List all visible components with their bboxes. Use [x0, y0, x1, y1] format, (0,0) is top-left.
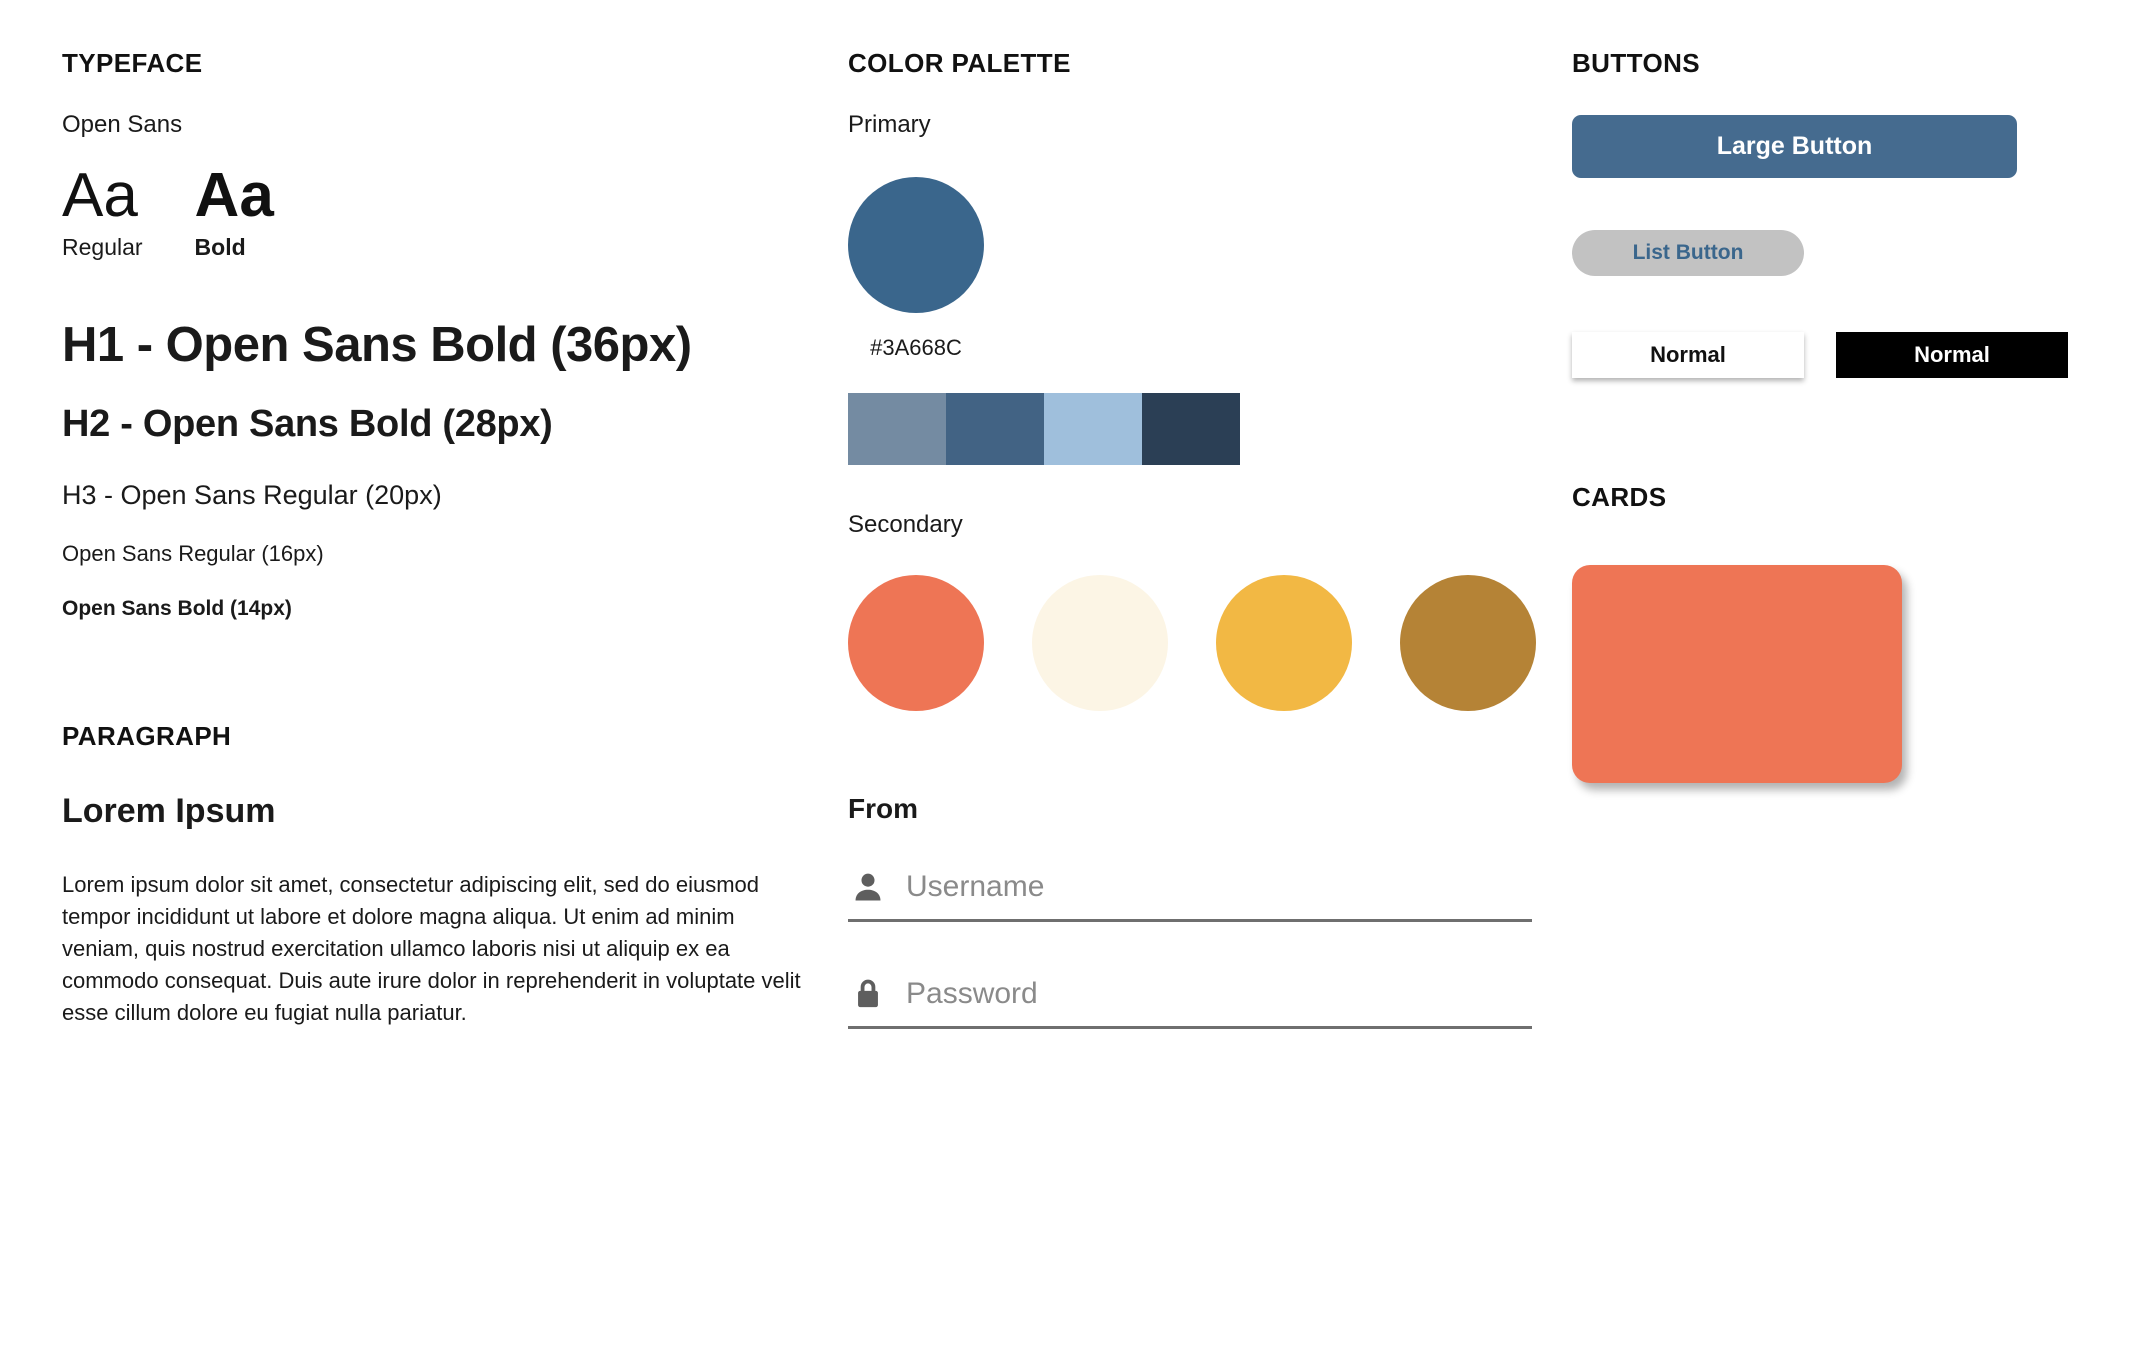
typeface-font-name: Open Sans — [62, 111, 183, 138]
user-icon — [848, 867, 888, 907]
secondary-swatch-bronze — [1400, 575, 1536, 711]
primary-hex-label: #3A668C — [870, 335, 962, 360]
username-field-row[interactable] — [848, 867, 1532, 922]
normal-button-light[interactable]: Normal — [1572, 332, 1804, 378]
paragraph-body-text: Lorem ipsum dolor sit amet, consectetur … — [62, 872, 801, 1025]
card-sample[interactable] — [1572, 565, 1902, 783]
specimen-label-regular: Regular — [62, 234, 143, 261]
type-sample-body-regular: Open Sans Regular (16px) — [62, 541, 324, 567]
paragraph-title: Lorem Ipsum — [62, 792, 276, 831]
style-guide-page: TYPEFACE Open Sans Aa Regular Aa Bold H1… — [0, 0, 2156, 1346]
cards-section-title: CARDS — [1572, 482, 1667, 512]
username-input[interactable] — [906, 870, 1532, 904]
tint-swatch-light-blue — [1044, 393, 1142, 465]
typeface-specimen-bold: Aa Bold — [195, 163, 274, 261]
type-sample-h2: H2 - Open Sans Bold (28px) — [62, 403, 553, 446]
color-palette-section-title: COLOR PALETTE — [848, 48, 1071, 78]
secondary-swatch-cream — [1032, 575, 1168, 711]
paragraph-section-title: PARAGRAPH — [62, 721, 232, 752]
secondary-swatch-row — [848, 575, 1578, 711]
tint-swatch-dark-navy — [1142, 393, 1240, 465]
specimen-glyph-bold: Aa — [194, 161, 274, 230]
lock-icon — [848, 974, 888, 1014]
form-section-title: From — [848, 793, 918, 824]
type-sample-body-bold: Open Sans Bold (14px) — [62, 597, 292, 621]
tint-swatch-slate-blue — [848, 393, 946, 465]
secondary-swatch-amber — [1216, 575, 1352, 711]
typeface-specimen-row: Aa Regular Aa Bold — [62, 163, 852, 261]
primary-label: Primary — [848, 111, 931, 138]
tint-swatch-medium-blue — [946, 393, 1044, 465]
specimen-label-bold: Bold — [194, 234, 246, 261]
color-palette-column: COLOR PALETTE Primary #3A668C Secondary … — [848, 0, 1578, 1029]
secondary-label: Secondary — [848, 511, 963, 538]
normal-buttons-row: Normal Normal — [1572, 332, 2132, 378]
type-sample-h3: H3 - Open Sans Regular (20px) — [62, 480, 442, 511]
primary-tint-bar — [848, 393, 1240, 465]
typeface-column: TYPEFACE Open Sans Aa Regular Aa Bold H1… — [62, 0, 852, 1029]
buttons-column: BUTTONS Large Button List Button Normal … — [1572, 0, 2132, 783]
specimen-glyph-regular: Aa — [62, 161, 138, 230]
type-scale-list: H1 - Open Sans Bold (36px) H2 - Open San… — [62, 317, 852, 621]
password-field-row[interactable] — [848, 974, 1532, 1029]
secondary-swatch-coral — [848, 575, 984, 711]
large-button[interactable]: Large Button — [1572, 115, 2017, 178]
primary-color-swatch — [848, 177, 984, 313]
password-input[interactable] — [906, 977, 1532, 1011]
normal-button-dark[interactable]: Normal — [1836, 332, 2068, 378]
typeface-section-title: TYPEFACE — [62, 48, 203, 78]
typeface-specimen-regular: Aa Regular — [62, 163, 143, 261]
list-button[interactable]: List Button — [1572, 230, 1804, 276]
type-sample-h1: H1 - Open Sans Bold (36px) — [62, 318, 692, 373]
buttons-section-title: BUTTONS — [1572, 48, 1700, 78]
